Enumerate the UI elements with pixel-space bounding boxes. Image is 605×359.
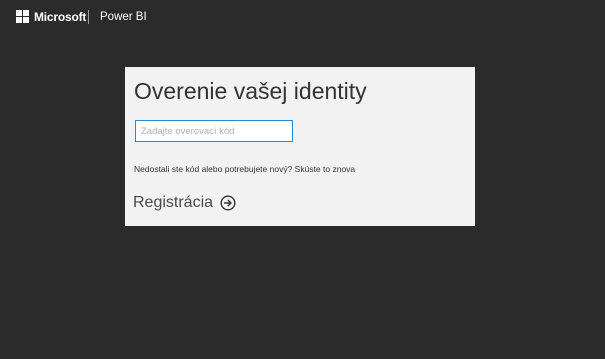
resend-text: Nedostali ste kód alebo potrebujete nový… — [134, 164, 295, 174]
verification-card: Overenie vašej identity Nedostali ste kó… — [125, 67, 475, 226]
page-title: Overenie vašej identity — [134, 78, 367, 104]
brand-name: Microsoft — [34, 10, 87, 24]
header-divider — [88, 10, 89, 24]
verification-code-input[interactable] — [135, 120, 293, 142]
resend-row: Nedostali ste kód alebo potrebujete nový… — [134, 164, 355, 175]
microsoft-logo-icon — [16, 10, 30, 24]
top-bar: Microsoft Power BI — [0, 0, 605, 34]
register-button[interactable]: Registrácia — [133, 192, 236, 214]
arrow-right-circle-icon — [220, 195, 236, 211]
try-again-link[interactable]: Skúste to znova — [295, 164, 355, 174]
product-name: Power BI — [100, 11, 147, 23]
register-label: Registrácia — [133, 194, 214, 211]
